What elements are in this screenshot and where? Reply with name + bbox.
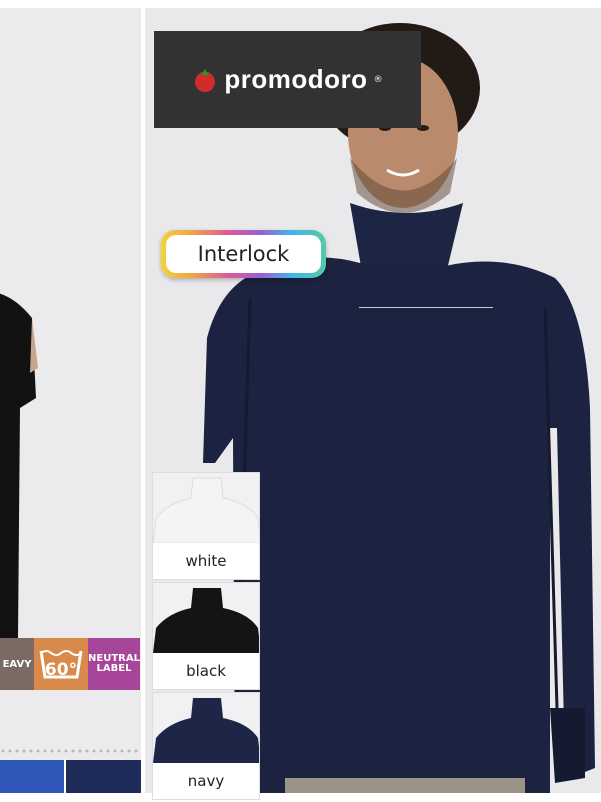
- dotted-divider: [1, 749, 138, 753]
- brand-name: promodoro: [224, 64, 368, 94]
- swatch-black-image: [153, 583, 259, 653]
- swatch-navy-label: navy: [187, 772, 225, 790]
- left-color-swatches: [0, 760, 141, 793]
- swatch-navy-image: [153, 693, 259, 763]
- turtleneck-black-icon: [153, 588, 259, 653]
- tomato-icon: [195, 68, 216, 92]
- neutral-label-badge: NEUTRAL LABEL: [88, 638, 140, 690]
- turtleneck-navy-icon: [153, 698, 259, 763]
- color-swatch-list: white black navy: [152, 472, 260, 802]
- fabric-label: Interlock: [166, 235, 321, 273]
- swatch-navy[interactable]: navy: [152, 692, 260, 800]
- swatch-royal-blue[interactable]: [0, 760, 64, 793]
- heavy-badge: EAVY: [0, 638, 34, 690]
- brand-logo: promodoro ®: [154, 31, 421, 128]
- turtleneck-white-icon: [153, 477, 259, 544]
- swatch-white-label: white: [185, 552, 227, 570]
- care-badge-row: EAVY 60° NEUTRAL LABEL: [0, 638, 140, 690]
- wash-60-badge: 60°: [34, 638, 88, 690]
- swatch-white[interactable]: white: [152, 472, 260, 580]
- swatch-black[interactable]: black: [152, 582, 260, 690]
- swatch-dark-blue[interactable]: [66, 760, 141, 793]
- wash-temp-label: 60°: [44, 660, 78, 680]
- left-product-panel[interactable]: EAVY 60° NEUTRAL LABEL: [0, 8, 141, 793]
- left-model-image: [0, 293, 38, 638]
- swatch-black-label: black: [186, 662, 226, 680]
- swatch-white-image: [153, 473, 259, 544]
- fabric-badge: Interlock: [161, 230, 326, 278]
- separator-line: [359, 307, 493, 308]
- registered-mark: ®: [373, 74, 383, 85]
